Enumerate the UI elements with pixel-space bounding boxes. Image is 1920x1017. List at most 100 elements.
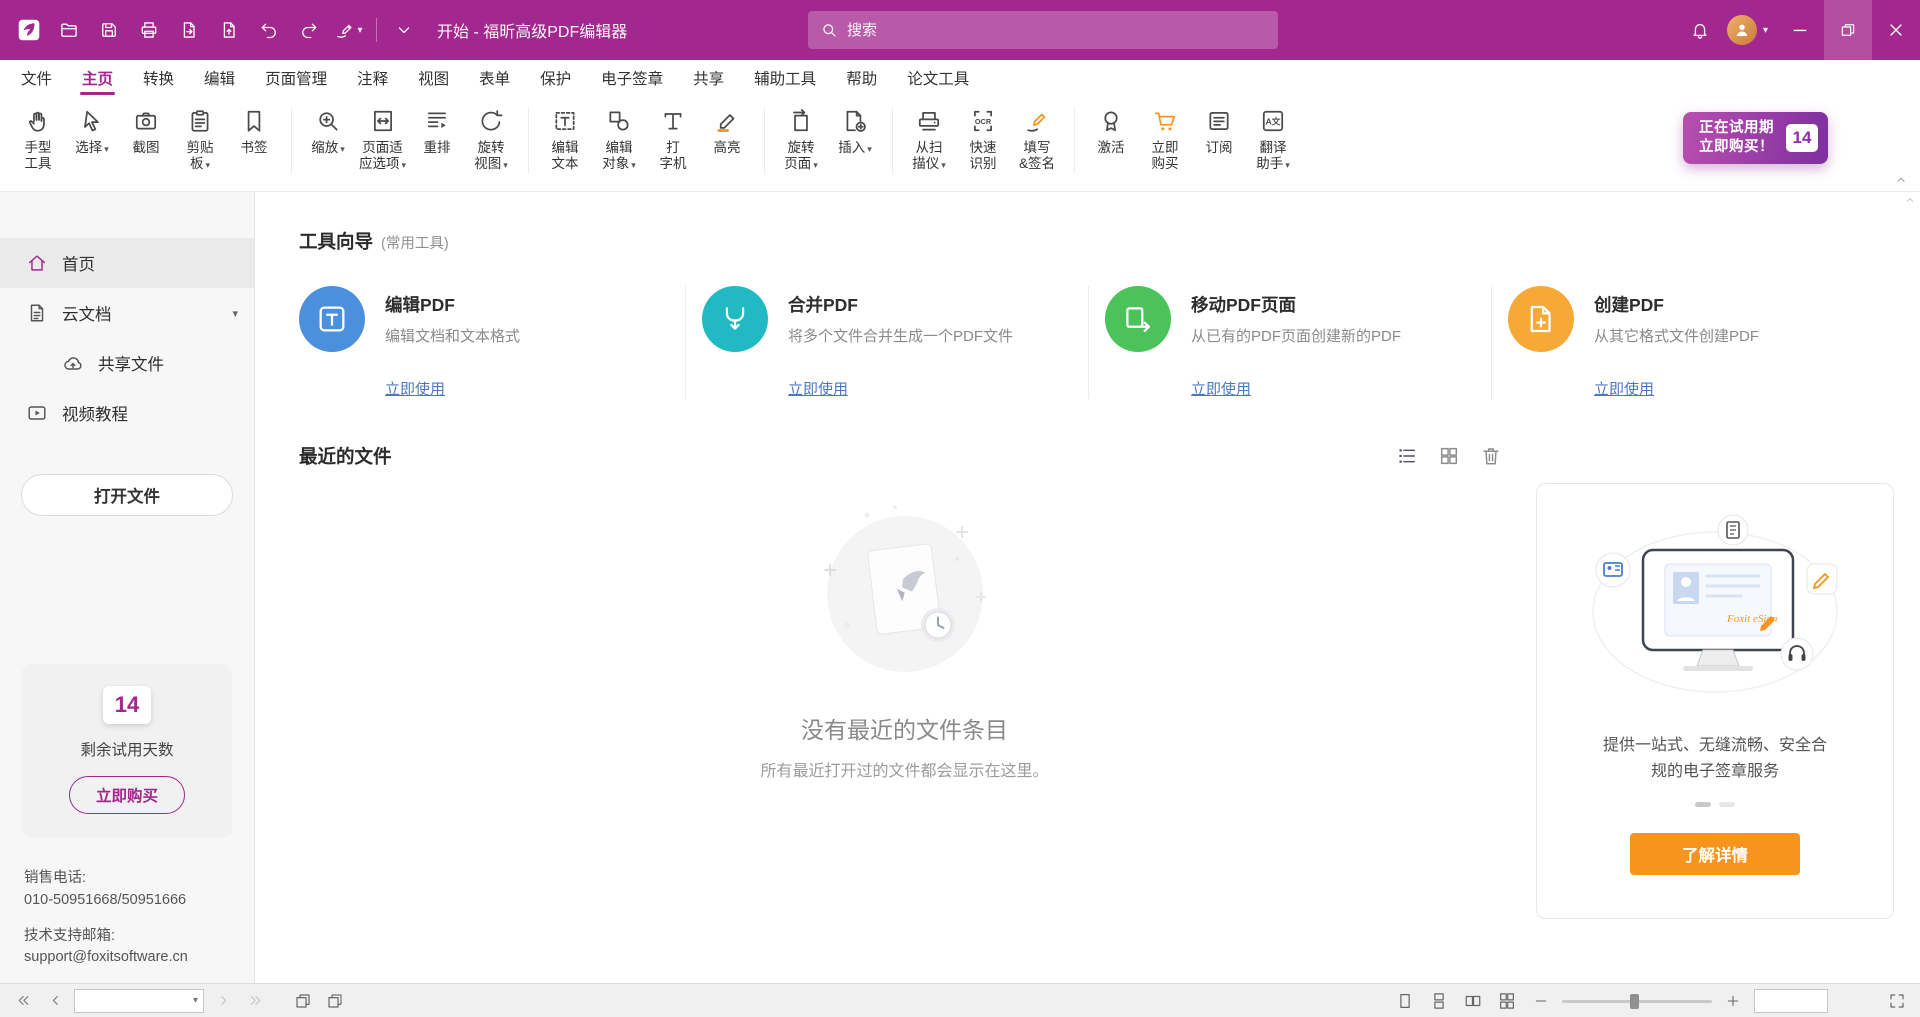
- undo-button[interactable]: [250, 11, 288, 49]
- edit-pdf-icon[interactable]: [299, 286, 365, 352]
- sidebar-item-shared-files[interactable]: 共享文件: [0, 338, 254, 388]
- prev-page-button[interactable]: [42, 988, 68, 1014]
- snapshot-pages-button[interactable]: [290, 988, 316, 1014]
- page-number-box[interactable]: ▾: [74, 989, 204, 1013]
- quick-ocr[interactable]: OCR快速 识别: [956, 104, 1010, 173]
- next-page-button[interactable]: [210, 988, 236, 1014]
- esign-icon: [335, 20, 355, 40]
- foxit-logo[interactable]: [10, 11, 48, 49]
- print-button[interactable]: [130, 11, 168, 49]
- open-file-button[interactable]: 打开文件: [21, 474, 233, 516]
- single-page-view-button[interactable]: [1392, 988, 1418, 1014]
- esign-quick-button[interactable]: ▾: [330, 11, 368, 49]
- buy-now-button[interactable]: 立即购买: [69, 776, 185, 814]
- typewriter-tool[interactable]: 打 字机: [646, 104, 700, 173]
- menu-file[interactable]: 文件: [6, 60, 67, 96]
- sidebar-item-home[interactable]: 首页: [0, 238, 254, 288]
- facing-continuous-view-button[interactable]: [1494, 988, 1520, 1014]
- rotate-view[interactable]: 旋转 视图▾: [464, 104, 518, 173]
- create-pdf-icon[interactable]: [1508, 286, 1574, 352]
- page-number-input[interactable]: [80, 993, 193, 1008]
- redo-button[interactable]: [290, 11, 328, 49]
- last-page-button[interactable]: [242, 988, 268, 1014]
- buy-now-ribbon-button[interactable]: 立即 购买: [1138, 104, 1192, 173]
- translate-assistant[interactable]: A文翻译 助手▾: [1246, 104, 1300, 173]
- menu-comment[interactable]: 注释: [342, 60, 403, 96]
- menu-share[interactable]: 共享: [678, 60, 739, 96]
- insert-pages[interactable]: 插入▾: [828, 104, 882, 156]
- hand-tool[interactable]: 手型 工具: [11, 104, 65, 173]
- menu-help[interactable]: 帮助: [831, 60, 892, 96]
- menu-home[interactable]: 主页: [67, 60, 128, 96]
- facing-view-button[interactable]: [1460, 988, 1486, 1014]
- use-now-link[interactable]: 立即使用: [1594, 378, 1654, 399]
- activate-button[interactable]: 激活: [1084, 104, 1138, 156]
- menu-organize[interactable]: 页面管理: [250, 60, 342, 96]
- fill-sign[interactable]: 填写 &签名: [1010, 104, 1064, 173]
- grid-view-button[interactable]: [1438, 445, 1460, 467]
- sidebar-item-video-tutorials[interactable]: 视频教程: [0, 388, 254, 438]
- export-button[interactable]: [170, 11, 208, 49]
- snapshot-tool[interactable]: 截图: [119, 104, 173, 156]
- list-view-button[interactable]: [1396, 445, 1418, 467]
- menu-convert[interactable]: 转换: [128, 60, 189, 96]
- clipboard-tool[interactable]: 剪贴 板▾: [173, 104, 227, 173]
- scroll-up-button[interactable]: [1904, 194, 1916, 206]
- trial-badge[interactable]: 正在试用期 立即购买！ 14: [1683, 112, 1828, 164]
- page-fit-options[interactable]: 页面适 应选项▾: [355, 104, 410, 173]
- edit-object[interactable]: 编辑 对象▾: [592, 104, 646, 173]
- highlight-tool[interactable]: 高亮: [700, 104, 754, 156]
- zoom-slider-thumb[interactable]: [1630, 994, 1639, 1009]
- account-button[interactable]: ▾: [1719, 11, 1776, 49]
- support-email-address[interactable]: support@foxitsoftware.cn: [24, 947, 230, 969]
- minimize-button[interactable]: [1776, 0, 1824, 60]
- menu-protect[interactable]: 保护: [525, 60, 586, 96]
- card-text: 移动PDF页面从已有的PDF页面创建新的PDF: [1191, 286, 1401, 352]
- open-file-button[interactable]: [50, 11, 88, 49]
- translate-assistant-label: 翻译 助手▾: [1256, 140, 1290, 173]
- zoom-slider[interactable]: [1562, 988, 1712, 1014]
- duplicate-pages-button[interactable]: [322, 988, 348, 1014]
- rotate-pages[interactable]: 旋转 页面▾: [774, 104, 828, 173]
- learn-more-button[interactable]: 了解详情: [1630, 833, 1800, 875]
- restore-button[interactable]: [1824, 0, 1872, 60]
- global-search[interactable]: [808, 11, 1278, 49]
- sidebar-item-cloud-docs[interactable]: 云文档▾: [0, 288, 254, 338]
- zoom-in-button[interactable]: [1720, 988, 1746, 1014]
- use-now-link[interactable]: 立即使用: [1191, 378, 1251, 399]
- fullscreen-button[interactable]: [1884, 988, 1910, 1014]
- collapse-ribbon-button[interactable]: [1894, 173, 1908, 187]
- first-page-button[interactable]: [10, 988, 36, 1014]
- reflow-tool[interactable]: 重排: [410, 104, 464, 156]
- carousel-dot-2[interactable]: [1719, 802, 1735, 807]
- search-input[interactable]: [847, 22, 1266, 39]
- use-now-link[interactable]: 立即使用: [385, 378, 445, 399]
- menu-esign[interactable]: 电子签章: [586, 60, 678, 96]
- close-button[interactable]: [1872, 0, 1920, 60]
- merge-pdf-icon[interactable]: [702, 286, 768, 352]
- subscribe-button[interactable]: 订阅: [1192, 104, 1246, 156]
- continuous-view-button[interactable]: [1426, 988, 1452, 1014]
- zoom-tool[interactable]: 缩放▾: [301, 104, 355, 156]
- notifications-button[interactable]: [1681, 11, 1719, 49]
- carousel-dot-1[interactable]: [1695, 802, 1711, 807]
- zoom-level-box[interactable]: [1754, 989, 1828, 1013]
- save-button[interactable]: [90, 11, 128, 49]
- from-scanner[interactable]: 从扫 描仪▾: [902, 104, 956, 173]
- menu-paper-tools[interactable]: 论文工具: [892, 60, 984, 96]
- use-now-link[interactable]: 立即使用: [788, 378, 848, 399]
- zoom-level-input[interactable]: [1760, 993, 1822, 1008]
- share-button[interactable]: [210, 11, 248, 49]
- select-tool[interactable]: 选择▾: [65, 104, 119, 156]
- edit-text[interactable]: 编辑 文本: [538, 104, 592, 173]
- menu-view[interactable]: 视图: [403, 60, 464, 96]
- menu-edit[interactable]: 编辑: [189, 60, 250, 96]
- move-pdf-pages-icon[interactable]: [1105, 286, 1171, 352]
- customize-toolbar-button[interactable]: [385, 11, 423, 49]
- bookmark-tool[interactable]: 书签: [227, 104, 281, 156]
- menu-accessibility[interactable]: 辅助工具: [739, 60, 831, 96]
- zoom-out-button[interactable]: [1528, 988, 1554, 1014]
- menu-form[interactable]: 表单: [464, 60, 525, 96]
- clear-recent-button[interactable]: [1480, 445, 1502, 467]
- translate-icon: A文: [1260, 106, 1286, 136]
